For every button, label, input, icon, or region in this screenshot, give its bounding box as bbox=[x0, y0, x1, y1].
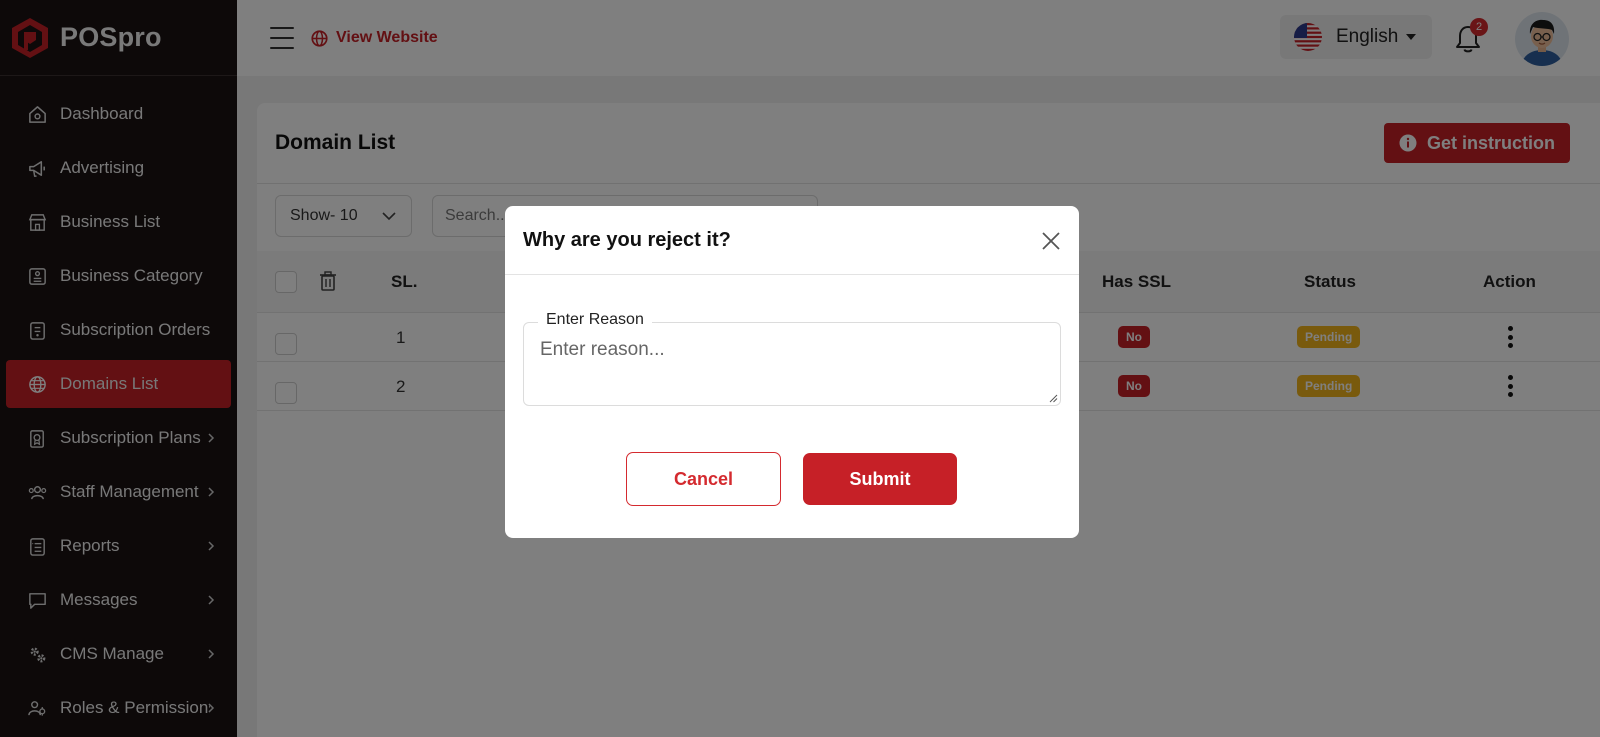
reason-textarea[interactable] bbox=[524, 323, 1060, 405]
resize-grip-icon[interactable] bbox=[1048, 393, 1058, 403]
close-icon[interactable] bbox=[1041, 231, 1061, 251]
modal-title: Why are you reject it? bbox=[523, 229, 731, 251]
cancel-button[interactable]: Cancel bbox=[626, 452, 781, 506]
submit-button[interactable]: Submit bbox=[803, 453, 957, 505]
modal-header: Why are you reject it? bbox=[505, 206, 1079, 275]
reject-reason-modal: Why are you reject it? Enter Reason Canc… bbox=[505, 206, 1079, 538]
reason-fieldset: Enter Reason bbox=[523, 311, 1061, 406]
